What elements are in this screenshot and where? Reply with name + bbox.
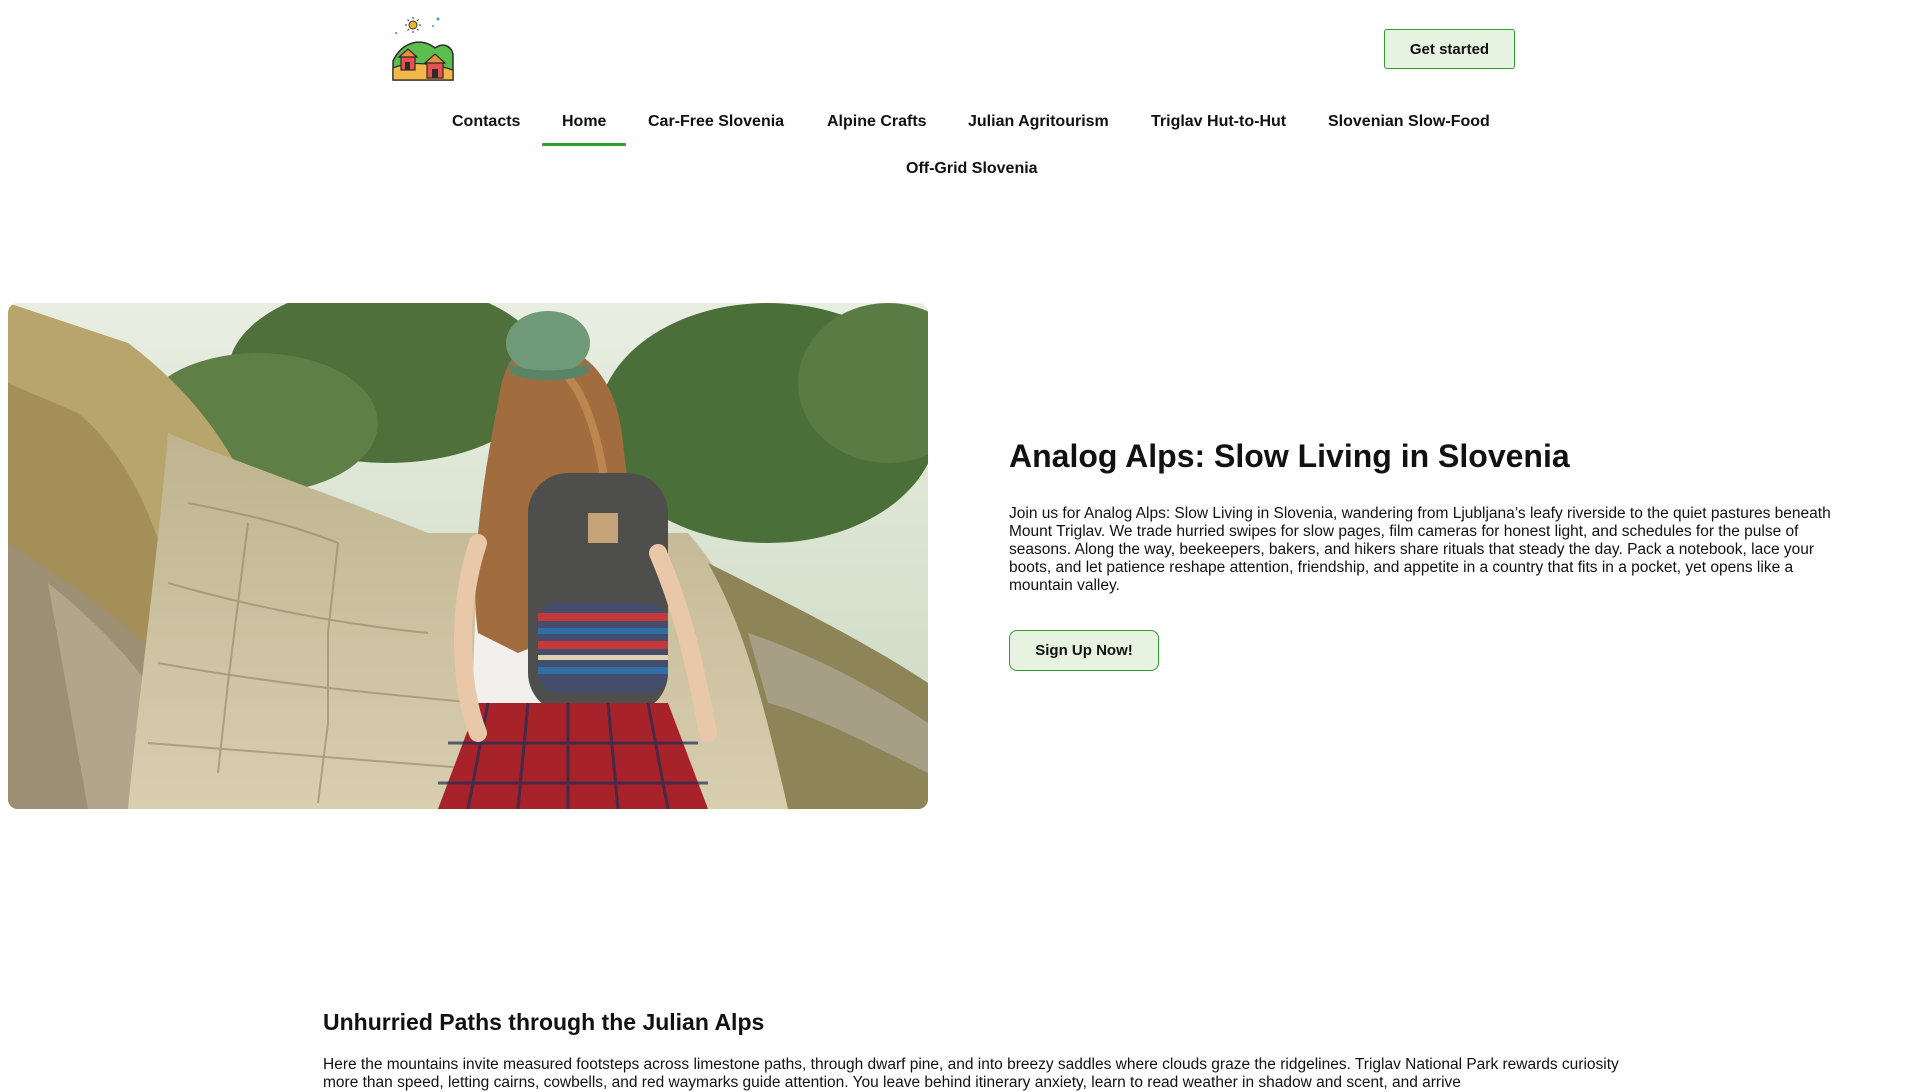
nav-item-contacts[interactable]: Contacts [452, 112, 520, 132]
nav-item-car-free-slovenia[interactable]: Car-Free Slovenia [648, 112, 784, 132]
main-nav: Contacts Home Car-Free Slovenia Alpine C… [0, 100, 1920, 192]
sign-up-button[interactable]: Sign Up Now! [1009, 630, 1159, 671]
nav-item-off-grid-slovenia[interactable]: Off-Grid Slovenia [906, 159, 1038, 179]
nav-item-slovenian-slow-food[interactable]: Slovenian Slow-Food [1328, 112, 1490, 132]
nav-item-home[interactable]: Home [541, 112, 628, 146]
site-logo[interactable] [391, 16, 455, 82]
hiker-on-stone-path-photo [8, 303, 928, 809]
section-title: Unhurried Paths through the Julian Alps [323, 1009, 765, 1035]
nav-item-julian-agritourism[interactable]: Julian Agritourism [968, 112, 1109, 132]
get-started-button[interactable]: Get started [1384, 29, 1515, 69]
section-description: Here the mountains invite measured foots… [323, 1056, 1619, 1091]
nav-item-triglav-hut-to-hut[interactable]: Triglav Hut-to-Hut [1151, 112, 1286, 132]
hero-title: Analog Alps: Slow Living in Slovenia [1009, 438, 1570, 474]
village-hill-logo-icon [392, 17, 454, 81]
hero-description: Join us for Analog Alps: Slow Living in … [1009, 505, 1831, 594]
nav-item-alpine-crafts[interactable]: Alpine Crafts [827, 112, 927, 132]
hero-image [8, 303, 928, 809]
